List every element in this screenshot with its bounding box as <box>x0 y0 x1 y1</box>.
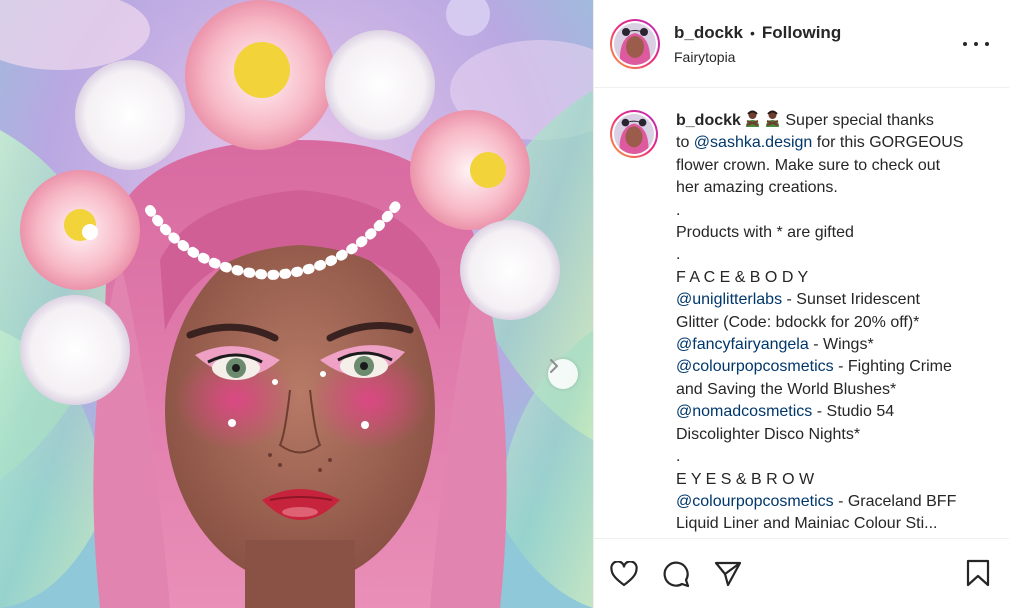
post-header: b_dockk • Following Fairytopia <box>594 0 1009 88</box>
post-photo[interactable] <box>0 0 593 608</box>
chevron-right-icon <box>550 359 558 373</box>
caption-text: b_dockk Super special thanks to @sashka.d… <box>676 110 981 538</box>
caption-line: Products with * are gifted <box>676 222 981 244</box>
caption-line: Glitter (Code: bdockk for 20% off)* <box>676 312 981 334</box>
caption-area: b_dockk Super special thanks to @sashka.d… <box>594 88 1009 538</box>
separator-dot: • <box>749 24 755 41</box>
caption-line: Discolighter Disco Nights* <box>676 424 981 446</box>
caption-avatar[interactable] <box>610 110 658 158</box>
caption-fragment: Glitter (Code: bdockk for 20% off)* <box>676 313 920 331</box>
caption-fragment: flower crown. Make sure to check out <box>676 156 941 174</box>
bookmark-icon <box>966 559 990 587</box>
caption-line: @fancyfairyangela - Wings* <box>676 334 981 356</box>
caption-username[interactable]: b_dockk <box>676 112 741 129</box>
caption-line: . <box>676 446 981 468</box>
caption-fragment: - Wings* <box>808 336 874 354</box>
mention-link[interactable]: @nomadcosmetics <box>676 403 812 420</box>
caption-fragment: Super special thanks <box>780 112 934 129</box>
caption-line: her amazing creations. <box>676 177 981 199</box>
caption-line: E Y E S & B R O W <box>676 469 981 491</box>
caption-fragment: Discolighter Disco Nights* <box>676 425 861 443</box>
caption-line: Liquid Liner and Mainiac Colour Sti... <box>676 513 981 535</box>
more-options-button[interactable] <box>963 32 989 56</box>
caption-fragment: E Y E S & B R O W <box>676 470 815 488</box>
following-button[interactable]: Following <box>762 23 841 43</box>
caption-line: . <box>676 200 981 222</box>
caption-fragment: . <box>676 448 681 466</box>
caption-line: @uniglitterlabs - Sunset Iridescent <box>676 289 981 311</box>
caption-fragment: for this GORGEOUS <box>812 134 964 152</box>
mention-link[interactable]: @sashka.design <box>694 134 813 151</box>
caption-line: @colourpopcosmetics - Graceland BFF <box>676 491 981 513</box>
share-button[interactable] <box>714 560 742 588</box>
caption-line: . <box>676 244 981 266</box>
mention-link[interactable]: @colourpopcosmetics <box>676 358 834 375</box>
save-button[interactable] <box>965 559 993 587</box>
caption-line: F A C E & B O D Y <box>676 267 981 289</box>
caption-fragment: F A C E & B O D Y <box>676 268 809 286</box>
woman-gesturing-no-emoji <box>765 110 779 127</box>
caption-fragment: her amazing creations. <box>676 179 838 197</box>
mention-link[interactable]: @uniglitterlabs <box>676 291 782 308</box>
paper-plane-icon <box>714 561 742 586</box>
caption-fragment: Liquid Liner and Mainiac Colour Sti... <box>676 515 938 533</box>
location-link[interactable]: Fairytopia <box>674 49 841 65</box>
portrait-illustration <box>0 0 593 608</box>
woman-gesturing-no-emoji <box>745 110 759 127</box>
comment-button[interactable] <box>662 560 690 588</box>
caption-line: @nomadcosmetics - Studio 54 <box>676 401 981 423</box>
caption-fragment: - Fighting Crime <box>833 358 952 376</box>
caption-fragment: - Studio 54 <box>812 403 895 421</box>
post-frame: b_dockk • Following Fairytopia b_dockk S… <box>0 0 1009 608</box>
caption-fragment: . <box>676 246 681 264</box>
mention-link[interactable]: @colourpopcosmetics <box>676 493 834 510</box>
caption-fragment: Products with * are gifted <box>676 224 854 242</box>
heart-icon <box>610 560 638 586</box>
header-username[interactable]: b_dockk <box>674 23 743 43</box>
mention-link[interactable]: @fancyfairyangela <box>676 336 809 353</box>
caption-fragment: - Graceland BFF <box>833 492 957 510</box>
like-button[interactable] <box>610 560 638 588</box>
avatar-image <box>614 114 654 154</box>
next-photo-button[interactable] <box>548 359 578 389</box>
caption-line: @colourpopcosmetics - Fighting Crime <box>676 356 981 378</box>
caption-fragment: . <box>676 201 681 219</box>
action-bar <box>594 538 1009 608</box>
caption-fragment: to <box>676 134 694 152</box>
avatar[interactable] <box>610 18 660 69</box>
avatar-image <box>614 22 656 65</box>
comment-icon <box>663 561 690 587</box>
caption-line: flower crown. Make sure to check out <box>676 155 981 177</box>
post-side-panel: b_dockk • Following Fairytopia b_dockk S… <box>593 0 1009 608</box>
caption-line: Super special thanks <box>781 112 934 129</box>
caption-line: to @sashka.design for this GORGEOUS <box>676 132 981 154</box>
more-horizontal-icon <box>963 42 967 46</box>
caption-line: and Saving the World Blushes* <box>676 379 981 401</box>
caption-fragment: - Sunset Iridescent <box>782 291 920 309</box>
caption-fragment: and Saving the World Blushes* <box>676 380 897 398</box>
